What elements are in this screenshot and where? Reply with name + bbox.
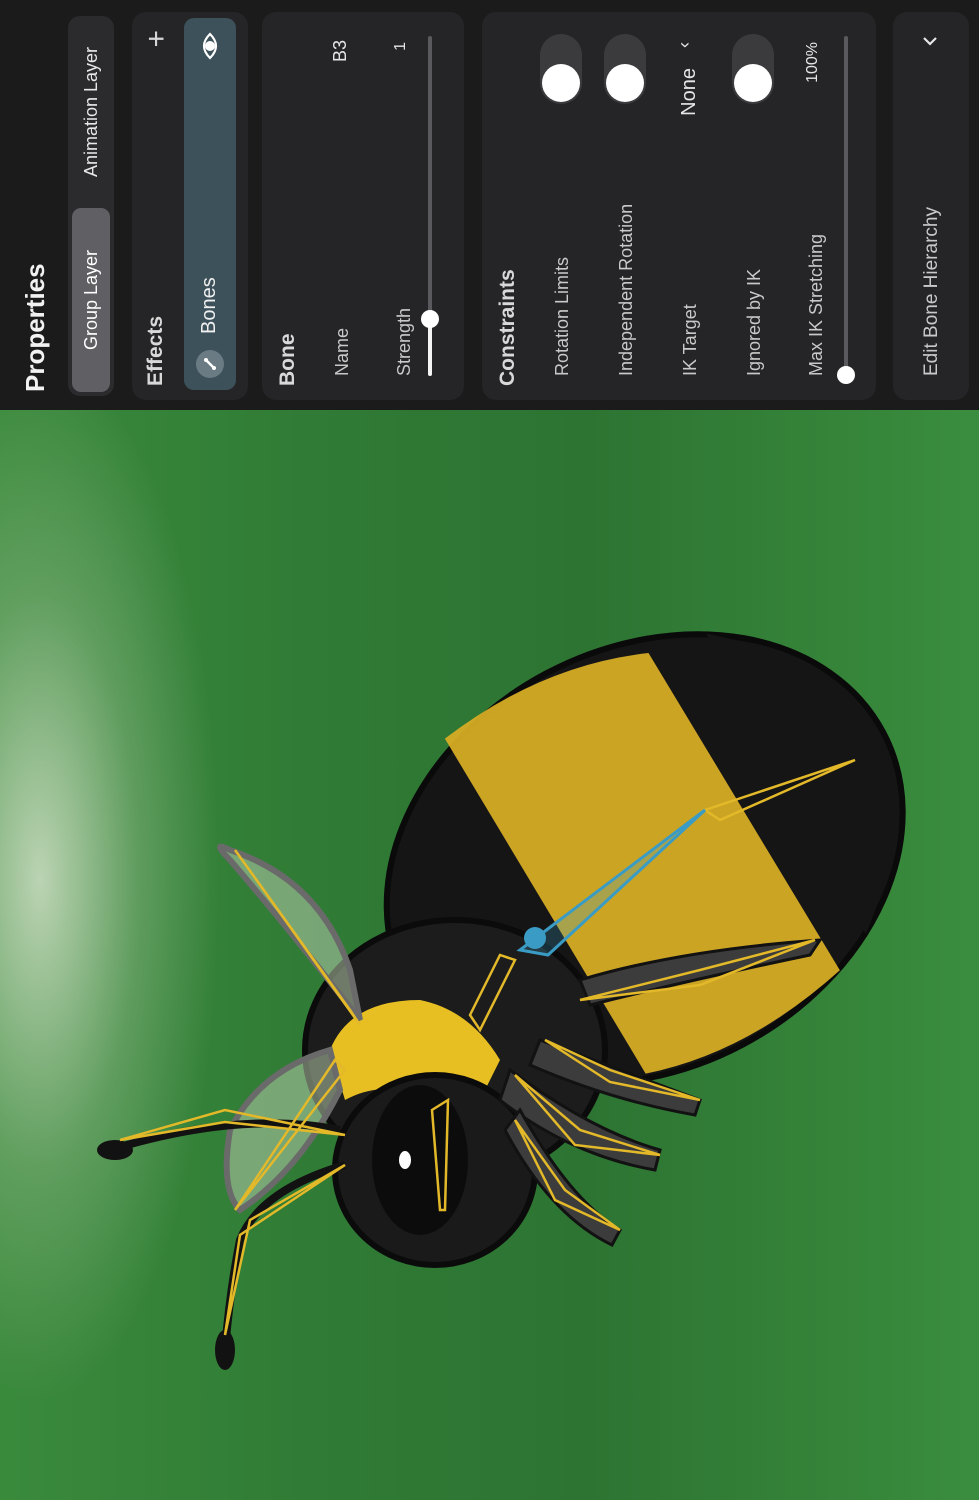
tab-group-layer[interactable]: Group Layer: [72, 208, 110, 392]
independent-rotation-label: Independent Rotation: [616, 203, 636, 376]
effects-title: Effects: [144, 315, 167, 386]
panel-title: Properties: [20, 263, 50, 392]
constraints-card: Constraints Rotation Limits Independent …: [482, 12, 876, 400]
bone-name-label: Name: [332, 327, 352, 376]
independent-rotation-toggle[interactable]: [604, 34, 646, 104]
bone-title: Bone: [276, 333, 299, 387]
effect-item-label: Bones: [198, 277, 220, 334]
chevron-down-icon[interactable]: ‹: [674, 42, 695, 48]
effects-card: Effects + Bones: [132, 12, 248, 400]
bone-card: Bone Name B3 Strength 1: [262, 12, 464, 400]
strength-slider-knob[interactable]: [421, 310, 439, 328]
max-ik-stretching-value: 100%: [804, 42, 821, 83]
strength-label: Strength: [394, 307, 414, 376]
bone-selected-joint[interactable]: [524, 927, 546, 949]
bee-eye-highlight: [399, 1151, 411, 1169]
bone-wing: [233, 849, 362, 1026]
plus-icon[interactable]: +: [140, 30, 173, 48]
edit-bone-hierarchy-button[interactable]: Edit Bone Hierarchy: [893, 12, 969, 400]
max-ik-stretching-label: Max IK Stretching: [806, 233, 826, 376]
bee-illustration[interactable]: [0, 410, 979, 1500]
max-ik-slider-knob[interactable]: [837, 366, 855, 384]
ignored-by-ik-label: Ignored by IK: [744, 268, 764, 376]
max-ik-slider-track[interactable]: [844, 36, 848, 376]
rotation-limits-label: Rotation Limits: [552, 256, 572, 376]
ik-target-label: IK Target: [680, 304, 700, 376]
drawing-canvas[interactable]: [0, 410, 979, 1500]
effect-item-bones[interactable]: Bones: [184, 18, 236, 390]
ik-target-value[interactable]: None: [678, 68, 701, 116]
tab-animation-layer[interactable]: Animation Layer: [72, 20, 110, 204]
bone-name-field[interactable]: B3: [330, 40, 351, 62]
strength-value: 1: [392, 42, 409, 51]
strength-slider-fill: [428, 322, 432, 376]
ignored-by-ik-toggle[interactable]: [732, 34, 774, 104]
bone-icon: [196, 350, 224, 378]
layer-type-segmented-control: Group Layer Animation Layer: [68, 16, 114, 396]
constraints-title: Constraints: [496, 269, 519, 386]
rotation-limits-toggle[interactable]: [540, 34, 582, 104]
properties-panel-container: Properties Group Layer Animation Layer E…: [0, 0, 979, 410]
properties-panel: Properties Group Layer Animation Layer E…: [0, 0, 979, 410]
eye-icon[interactable]: [196, 32, 224, 60]
edit-bone-hierarchy-label: Edit Bone Hierarchy: [921, 207, 942, 376]
chevron-up-icon: [923, 37, 937, 46]
